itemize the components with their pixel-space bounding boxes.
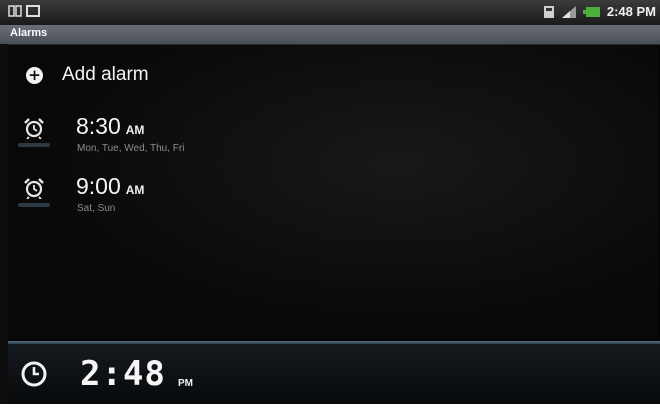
status-time: 2:48 PM xyxy=(606,4,656,19)
add-alarm-button[interactable]: + Add alarm xyxy=(8,59,658,93)
screen-bezel xyxy=(0,44,8,404)
alarm-clock-icon[interactable] xyxy=(22,177,46,199)
storage-icon xyxy=(543,5,554,18)
alarm-clock-icon[interactable] xyxy=(22,117,46,139)
alarm-ampm: AM xyxy=(125,183,145,197)
screen-icon xyxy=(26,5,40,17)
alarm-time: 8:30 AM xyxy=(76,113,145,139)
alarm-time: 9:00 AM xyxy=(76,173,145,199)
alarm-item[interactable]: 8:30 AM Mon, Tue, Wed, Thu, Fri xyxy=(8,113,658,163)
status-bar: 2:48 PM xyxy=(0,0,660,25)
current-time-ampm: PM xyxy=(178,378,193,389)
add-circle-icon: + xyxy=(26,67,43,84)
alarm-item[interactable]: 9:00 AM Sat, Sun xyxy=(8,173,658,223)
battery-icon xyxy=(582,6,600,17)
clock-icon xyxy=(21,361,47,387)
current-time: 2:48 xyxy=(80,354,166,394)
alarm-ampm: AM xyxy=(125,123,145,137)
screen-bottom-edge xyxy=(0,404,660,409)
usb-debug-icon xyxy=(8,5,22,17)
alarm-list: + Add alarm 8:30 AM Mon, Tue, Wed, Thu, F… xyxy=(8,45,658,340)
signal-icon xyxy=(561,5,576,18)
alarm-repeat-days: Sat, Sun xyxy=(77,203,116,214)
add-alarm-label: Add alarm xyxy=(62,64,149,85)
alarm-screen: 2:48 PM Alarms + Add alarm 8:30 AM Mon, T… xyxy=(0,0,660,409)
alarm-repeat-days: Mon, Tue, Wed, Thu, Fri xyxy=(77,143,185,154)
system-icons: 2:48 PM xyxy=(543,4,656,19)
digital-clock-bar[interactable]: 2:48 PM xyxy=(8,344,660,404)
alarm-toggle-indicator xyxy=(18,203,50,207)
page-title: Alarms xyxy=(10,27,48,39)
notification-icons xyxy=(8,4,40,18)
title-bar: Alarms xyxy=(0,25,660,45)
alarm-toggle-indicator xyxy=(18,143,50,147)
